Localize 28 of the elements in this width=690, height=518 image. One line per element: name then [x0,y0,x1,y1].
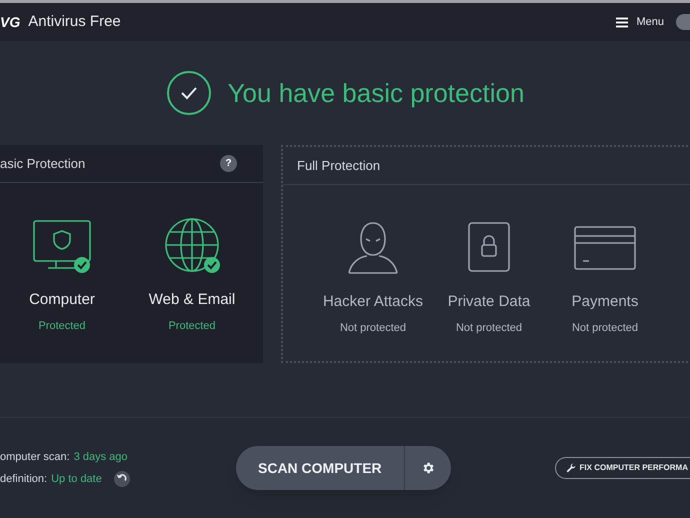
scan-value: 3 days ago [74,450,128,464]
wrench-icon [566,463,576,473]
help-badge[interactable]: ? [220,155,237,172]
feature-label: Private Data [448,292,530,312]
gear-icon [420,461,435,475]
refresh-icon[interactable] [114,471,130,488]
definition-value: Up to date [51,472,102,487]
status-heading: You have basic protection [228,76,524,110]
fix-performance-button[interactable]: FIX COMPUTER PERFORMA [554,457,690,479]
feature-label: Computer [29,290,95,310]
feature-status: Protected [168,318,216,334]
feature-status: Protected [38,318,86,334]
scan-label: omputer scan: [0,450,70,464]
feature-label: Web & Email [148,290,236,310]
scan-computer-button[interactable]: SCAN COMPUTER [236,446,405,490]
minimize-icon[interactable] [676,14,690,30]
panel-title: asic Protection [0,154,86,173]
feature-status: Not protected [572,320,638,336]
menu-icon [616,16,628,28]
feature-label: Payments [572,292,638,312]
panel-title: Full Protection [297,156,380,175]
feature-status: Not protected [340,320,406,336]
feature-status: Not protected [456,320,522,336]
menu-button[interactable]: Menu [616,14,664,30]
definition-label: definition: [0,472,48,487]
feature-label: Hacker Attacks [322,292,424,312]
logo: VG [0,12,20,32]
window-title: Antivirus Free [28,12,121,32]
